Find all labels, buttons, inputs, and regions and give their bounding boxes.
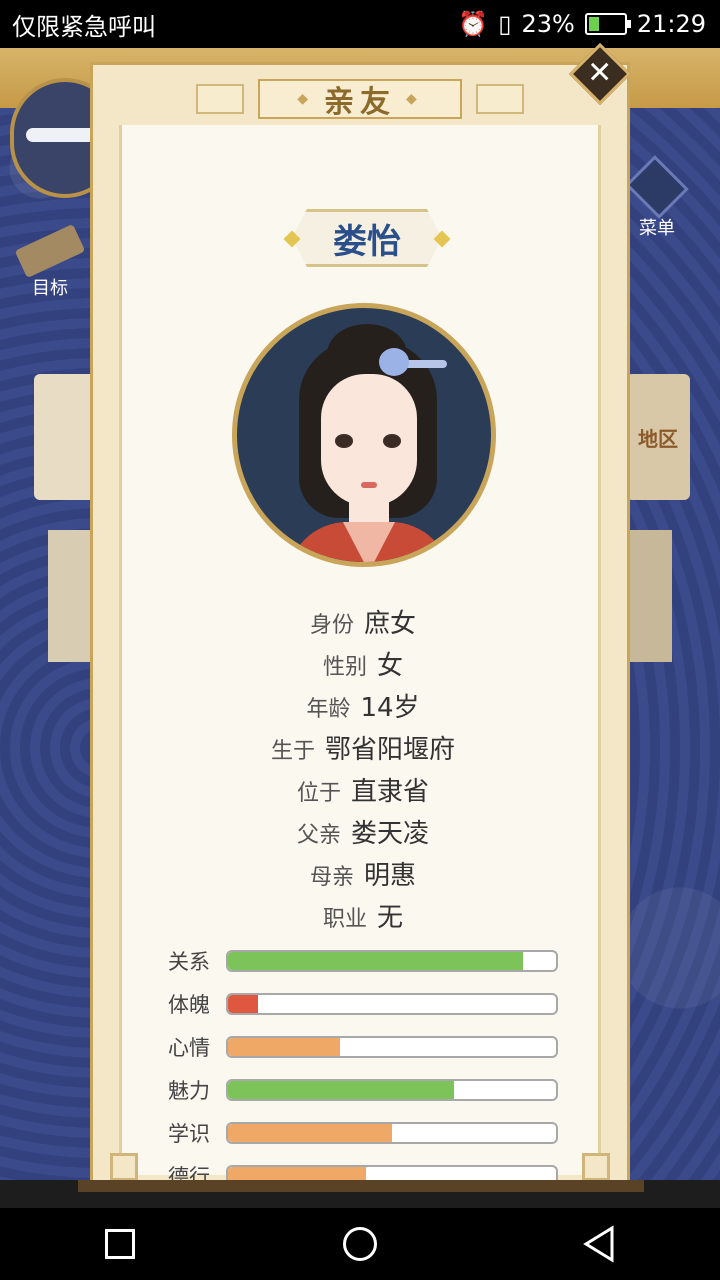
stat-bar-fill bbox=[228, 1124, 392, 1142]
stat-label: 学识 bbox=[168, 1122, 210, 1146]
info-label: 身份 bbox=[309, 613, 354, 638]
stat-bar bbox=[226, 1079, 558, 1101]
stat-bar bbox=[226, 993, 558, 1015]
info-value: 娄天凌 bbox=[351, 819, 430, 849]
dialog-content: 娄怡 身份 庶女 性别女年龄 14岁 生于 鄂省阳堰府 位于 直隶省 父亲 娄天凌 母亲 明惠 职业无 … bbox=[110, 125, 610, 1189]
region-card[interactable]: 地区 bbox=[626, 374, 690, 500]
sim-icon: ▯ bbox=[498, 10, 512, 38]
info-label: 生于 bbox=[270, 739, 315, 764]
game-bottom-strip bbox=[0, 1180, 720, 1208]
header-deco-right bbox=[476, 84, 524, 114]
dialog-title: ◆ 亲友 ◆ bbox=[258, 79, 462, 120]
header-deco-left bbox=[196, 84, 244, 114]
status-carrier-text: 仅限紧急呼叫 bbox=[12, 12, 156, 41]
info-value: 庶女 bbox=[364, 609, 417, 639]
stat-row: 学识 bbox=[168, 1121, 598, 1146]
battery-icon bbox=[584, 13, 631, 35]
stat-bar bbox=[226, 1036, 558, 1058]
corner-decoration bbox=[582, 1153, 610, 1181]
stat-row: 心情 bbox=[168, 1035, 598, 1060]
info-value: 明惠 bbox=[364, 861, 417, 891]
info-value: 女 bbox=[377, 651, 404, 681]
info-value: 鄂省阳堰府 bbox=[325, 735, 456, 765]
square-icon bbox=[105, 1229, 135, 1259]
info-row: 父亲 娄天凌 bbox=[122, 813, 604, 855]
info-row: 生于 鄂省阳堰府 bbox=[122, 729, 604, 771]
navigation-bar bbox=[0, 1208, 720, 1280]
alarm-icon: ⏰ bbox=[458, 10, 489, 38]
info-label: 父亲 bbox=[296, 823, 341, 848]
goal-button[interactable]: 目标 bbox=[10, 223, 90, 300]
back-button[interactable] bbox=[568, 1212, 632, 1276]
stat-bar bbox=[226, 950, 558, 972]
recent-apps-button[interactable] bbox=[88, 1212, 152, 1276]
stat-label: 心情 bbox=[168, 1036, 210, 1060]
stat-label: 魅力 bbox=[168, 1079, 210, 1103]
info-row: 母亲 明惠 bbox=[122, 855, 604, 897]
triangle-back-icon bbox=[583, 1225, 614, 1263]
menu-label: 菜单 bbox=[639, 218, 675, 239]
stat-bar-fill bbox=[228, 952, 524, 970]
stat-bar bbox=[226, 1122, 558, 1144]
stat-row: 关系 bbox=[168, 949, 598, 974]
relatives-dialog: ◆ 亲友 ◆ 娄怡 身份 庶女 性别女年龄 14岁 生于 鄂省阳堰府 位于 直隶省 父亲 娄天凌母… bbox=[90, 62, 630, 1189]
stat-bar-fill bbox=[228, 1038, 340, 1056]
home-button[interactable] bbox=[328, 1212, 392, 1276]
menu-icon bbox=[625, 155, 689, 219]
dialog-base-shadow bbox=[78, 1180, 644, 1192]
title-dot-icon: ◆ bbox=[297, 91, 314, 107]
stat-label: 关系 bbox=[168, 950, 210, 974]
close-icon: ✕ bbox=[587, 55, 613, 91]
stat-row: 体魄 bbox=[168, 992, 598, 1017]
stat-bar-fill bbox=[228, 1081, 455, 1099]
info-label: 母亲 bbox=[309, 865, 354, 890]
character-name: 娄怡 bbox=[333, 221, 401, 262]
info-row: 职业无 bbox=[122, 897, 604, 939]
info-label: 位于 bbox=[296, 781, 341, 806]
info-label: 年龄 bbox=[306, 697, 351, 722]
info-value: 直隶省 bbox=[351, 777, 430, 807]
stat-row: 魅力 bbox=[168, 1078, 598, 1103]
info-row: 性别女 bbox=[122, 645, 604, 687]
hairpin-flower-icon bbox=[379, 348, 409, 376]
character-portrait bbox=[232, 303, 496, 567]
stat-label: 体魄 bbox=[168, 993, 210, 1017]
status-right-group: ⏰ ▯ 23% 21:29 bbox=[458, 10, 706, 38]
title-dot-icon: ◆ bbox=[406, 91, 423, 107]
menu-button[interactable]: 菜单 bbox=[620, 155, 694, 240]
corner-decoration bbox=[110, 1153, 138, 1181]
scroll-icon bbox=[14, 223, 86, 279]
region-label: 地区 bbox=[638, 426, 678, 451]
goal-label: 目标 bbox=[32, 278, 68, 299]
info-label: 职业 bbox=[322, 907, 367, 932]
stat-bar-fill bbox=[228, 995, 258, 1013]
info-row: 身份 庶女 bbox=[122, 603, 604, 645]
status-time: 21:29 bbox=[636, 10, 706, 38]
status-bar: 仅限紧急呼叫 ⏰ ▯ 23% 21:29 bbox=[0, 0, 720, 48]
info-value: 14岁 bbox=[360, 693, 420, 723]
info-label: 性别 bbox=[322, 655, 367, 680]
right-side-card-2[interactable] bbox=[626, 530, 672, 662]
info-value: 无 bbox=[377, 903, 404, 933]
battery-percent: 23% bbox=[521, 10, 575, 38]
info-row: 位于 直隶省 bbox=[122, 771, 604, 813]
character-name-plate: 娄怡 bbox=[292, 209, 442, 267]
dialog-title-text: 亲友 bbox=[324, 85, 396, 120]
circle-icon bbox=[343, 1227, 377, 1261]
info-row: 年龄 14岁 bbox=[122, 687, 604, 729]
dialog-header: ◆ 亲友 ◆ bbox=[93, 73, 627, 125]
